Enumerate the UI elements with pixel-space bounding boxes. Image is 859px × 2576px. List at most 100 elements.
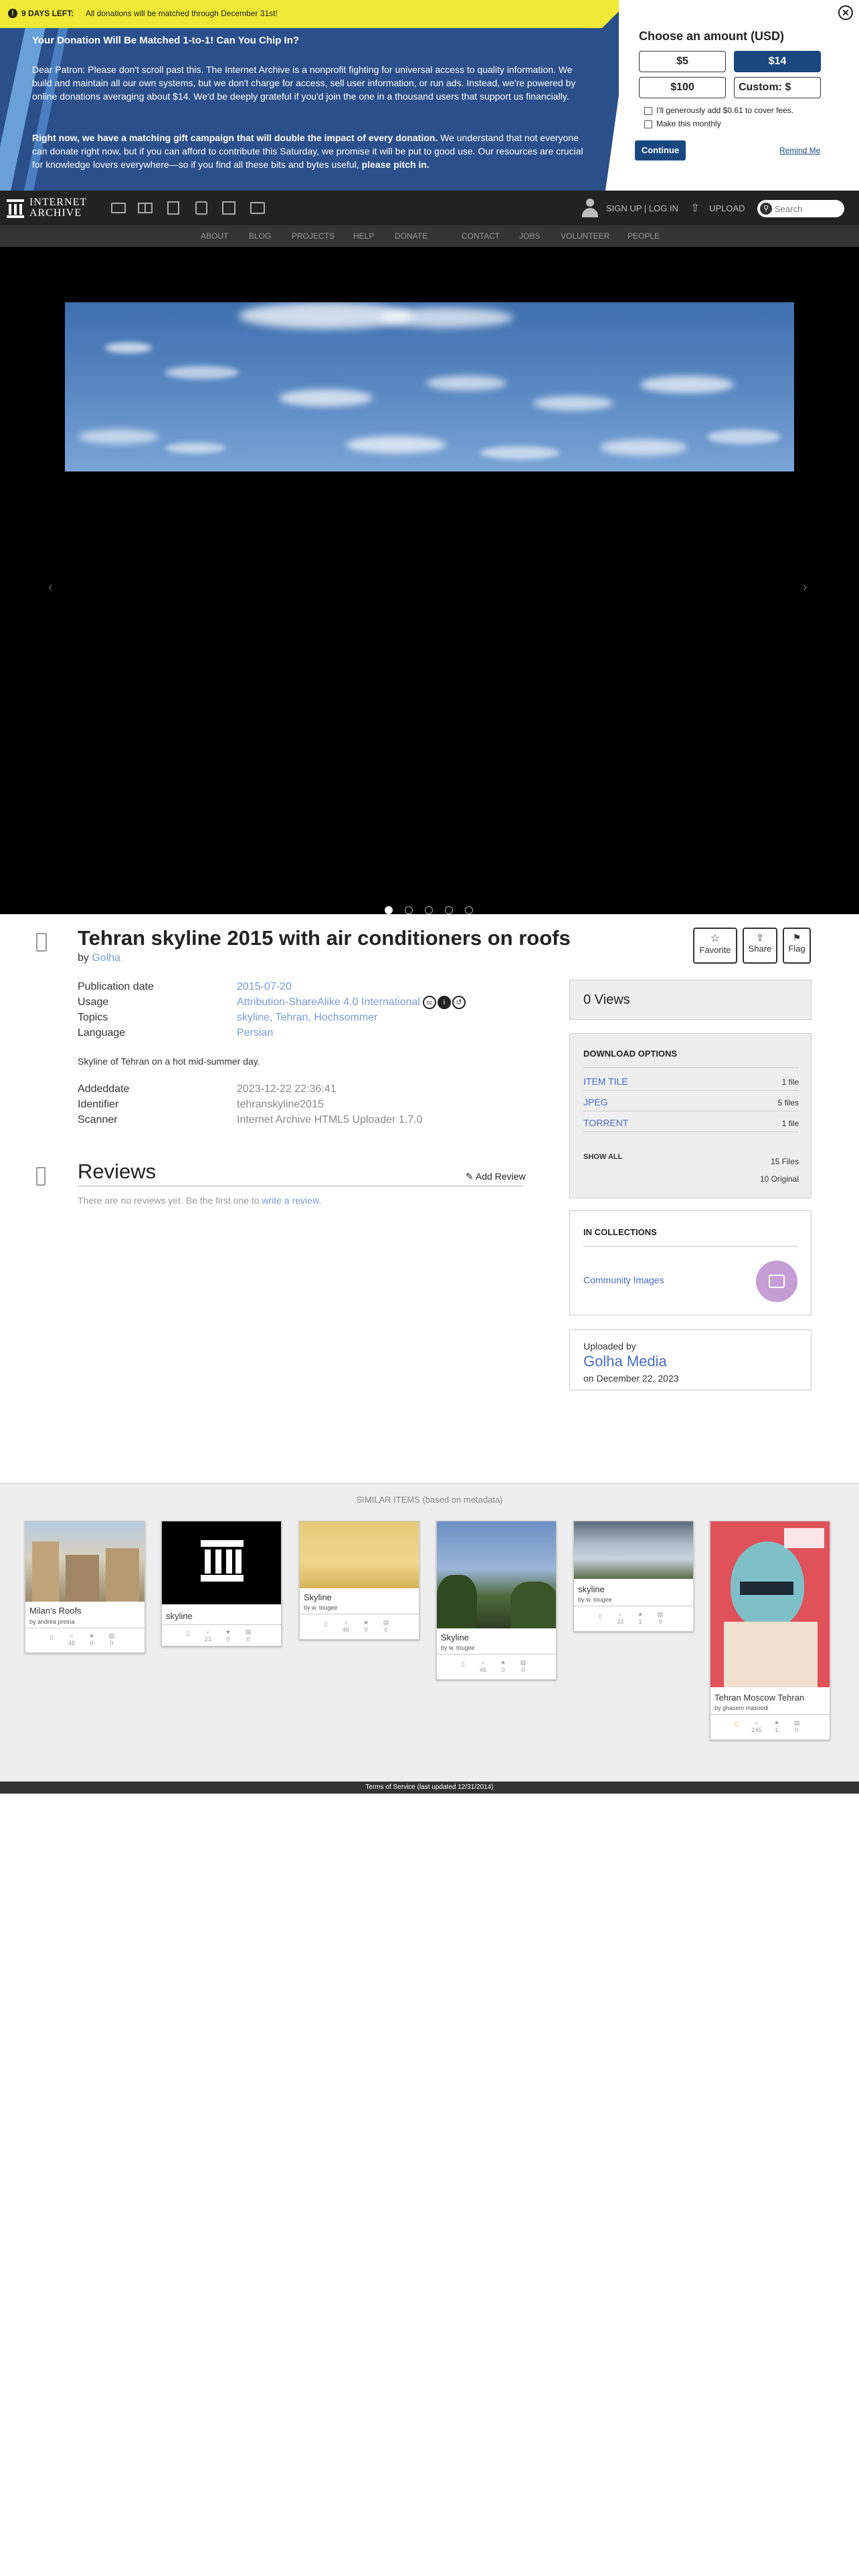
similar-item-tile[interactable]: skyline ▯ ⌕ 21 ★ 0 ▤ 0	[161, 1521, 282, 1646]
show-all-link[interactable]: SHOW ALL	[583, 1153, 622, 1161]
texts-icon[interactable]	[138, 203, 153, 213]
cover-fees-checkbox[interactable]	[644, 107, 652, 115]
search-input[interactable]	[775, 203, 839, 215]
upload-icon[interactable]: ⇧	[689, 201, 701, 215]
search-icon[interactable]: ⚲	[760, 203, 772, 215]
favorites-stat: ★ 1	[773, 1719, 780, 1733]
remind-me-link[interactable]: Remind Me	[779, 146, 820, 155]
match-note: All donations will be matched through De…	[86, 9, 278, 18]
similar-item-tile[interactable]: Skyline by w. tougee ▯ ⌕ 46 ★ 0 ▤ 0	[436, 1521, 557, 1680]
meta-value-language[interactable]: Persian	[237, 1027, 273, 1039]
images-icon[interactable]	[250, 202, 265, 214]
meta-value-pubdate[interactable]: 2015-07-20	[237, 981, 292, 993]
signup-login-link[interactable]: SIGN UP | LOG IN	[606, 203, 678, 213]
nav-jobs[interactable]: JOBS	[519, 225, 540, 247]
tile-image	[25, 1521, 145, 1602]
views-stat: ⌕ 245	[751, 1719, 762, 1733]
custom-amount-input[interactable]: Custom: $	[734, 77, 821, 98]
nav-about[interactable]: ABOUT	[201, 225, 228, 247]
download-torrent[interactable]: TORRENT	[583, 1117, 628, 1128]
video-icon[interactable]	[167, 201, 179, 215]
top-nav: INTERNET ARCHIVE SIGN UP | LOG IN ⇧ UPLOA…	[0, 191, 859, 225]
meta-value-topics[interactable]: skyline, Tehran, Hochsommer	[237, 1012, 377, 1024]
search-box[interactable]: ⚲	[757, 200, 844, 217]
terms-link[interactable]: Terms of Service (last updated 12/31/201…	[365, 1784, 493, 1791]
add-review-button[interactable]: ✎ Add Review	[466, 1171, 526, 1182]
carousel-dot-5[interactable]	[465, 906, 473, 914]
image-type-icon: ▯	[50, 1634, 54, 1640]
collection-thumbnail[interactable]	[756, 1261, 797, 1302]
main-image[interactable]	[65, 302, 794, 471]
uploader-link[interactable]: Golha Media	[583, 1353, 667, 1370]
continue-button[interactable]: Continue	[635, 140, 686, 160]
nav-contact[interactable]: CONTACT	[462, 225, 500, 247]
meta-value-usage[interactable]: Attribution-ShareAlike 4.0 International	[237, 996, 420, 1008]
cc-icon: cc	[423, 996, 436, 1009]
write-review-link[interactable]: write a review.	[262, 1195, 321, 1206]
views-count: 0 Views	[583, 992, 630, 1007]
flag-button[interactable]: ⚑ Flag	[783, 928, 811, 964]
no-reviews-text: There are no reviews yet. Be the first o…	[78, 1195, 322, 1206]
image-viewer: ‹ ›	[0, 247, 859, 914]
next-image-icon[interactable]: ›	[803, 580, 807, 595]
views-stat: ⌕ 46	[479, 1659, 486, 1673]
image-type-icon: ▯	[461, 1660, 465, 1667]
nav-volunteer[interactable]: VOLUNTEER	[561, 225, 609, 247]
meta-label-scanner: Scanner	[78, 1114, 118, 1125]
cover-fees-label: I'll generously add $0.61 to cover fees.	[656, 106, 794, 115]
user-avatar-icon[interactable]	[581, 199, 599, 217]
meta-label-topics: Topics	[78, 1012, 108, 1023]
collection-link[interactable]: Community Images	[583, 1275, 664, 1285]
audio-icon[interactable]	[195, 201, 207, 215]
reviews-stat: ▤ 0	[245, 1628, 252, 1642]
nav-projects[interactable]: PROJECTS	[292, 225, 335, 247]
share-button[interactable]: ⇪ Share	[743, 928, 777, 964]
carousel-dot-3[interactable]	[425, 906, 433, 914]
nav-help[interactable]: HELP	[353, 225, 374, 247]
nav-blog[interactable]: BLOG	[249, 225, 271, 247]
meta-label-language: Language	[78, 1027, 126, 1039]
pencil-icon: ✎	[466, 1171, 474, 1182]
similar-item-tile[interactable]: Tehran Moscow Tehran by ghasem masoodi ▯…	[710, 1521, 830, 1740]
views-stat: ⌕ 33	[616, 1611, 624, 1625]
collections-title: IN COLLECTIONS	[583, 1227, 657, 1237]
reviews-stat: ▤ 0	[108, 1632, 115, 1646]
meta-value-identifier: tehranskyline2015	[237, 1099, 324, 1110]
monthly-checkbox[interactable]	[644, 120, 652, 128]
archive-logo-icon[interactable]	[7, 199, 24, 218]
close-icon[interactable]: ✕	[838, 5, 853, 20]
web-icon[interactable]	[111, 203, 126, 213]
carousel-dot-1[interactable]	[385, 906, 393, 914]
logo-text[interactable]: INTERNET ARCHIVE	[29, 197, 87, 219]
terms-footer: Terms of Service (last updated 12/31/201…	[0, 1782, 859, 1794]
favorite-button[interactable]: ☆ Favorite	[693, 928, 737, 964]
amount-14-button[interactable]: $14	[734, 51, 821, 72]
nav-donate[interactable]: DONATE	[395, 225, 427, 247]
carousel-dot-4[interactable]	[445, 906, 453, 914]
download-count: 1 file	[781, 1077, 799, 1087]
views-stat: ⌕ 21	[204, 1628, 211, 1642]
download-count: 1 file	[781, 1119, 799, 1128]
similar-heading: SIMILAR ITEMS (based on metadata)	[356, 1495, 503, 1505]
download-item-tile[interactable]: ITEM TILE	[583, 1076, 628, 1087]
similar-item-tile[interactable]: skyline by w. tougee ▯ ⌕ 33 ★ 1 ▤ 0	[573, 1521, 694, 1632]
upload-date: on December 22, 2023	[583, 1373, 679, 1384]
similar-item-tile[interactable]: Milan's Roofs by andrea preina ▯ ⌕ 48 ★ 0 …	[25, 1521, 145, 1653]
upload-link[interactable]: UPLOAD	[709, 203, 745, 213]
download-jpeg[interactable]: JPEG	[583, 1097, 608, 1107]
views-box: 0 Views	[569, 980, 812, 1020]
similar-item-tile[interactable]: Skyline by w. tougee ▯ ⌕ 46 ★ 0 ▤ 0	[299, 1521, 419, 1640]
reviews-stat: ▤ 0	[520, 1659, 527, 1673]
creator-link[interactable]: Golha	[92, 952, 120, 964]
reviews-title: Reviews	[78, 1160, 157, 1183]
carousel-dot-2[interactable]	[405, 906, 413, 914]
amount-100-button[interactable]: $100	[639, 77, 726, 98]
prev-image-icon[interactable]: ‹	[48, 580, 53, 595]
tile-image	[162, 1521, 281, 1604]
image-type-icon: ▯	[598, 1612, 602, 1619]
amount-5-button[interactable]: $5	[639, 51, 726, 72]
reviews-stat: ▤ 0	[383, 1619, 389, 1633]
reviews-icon	[36, 1167, 45, 1186]
software-icon[interactable]	[222, 201, 235, 215]
nav-people[interactable]: PEOPLE	[628, 225, 660, 247]
